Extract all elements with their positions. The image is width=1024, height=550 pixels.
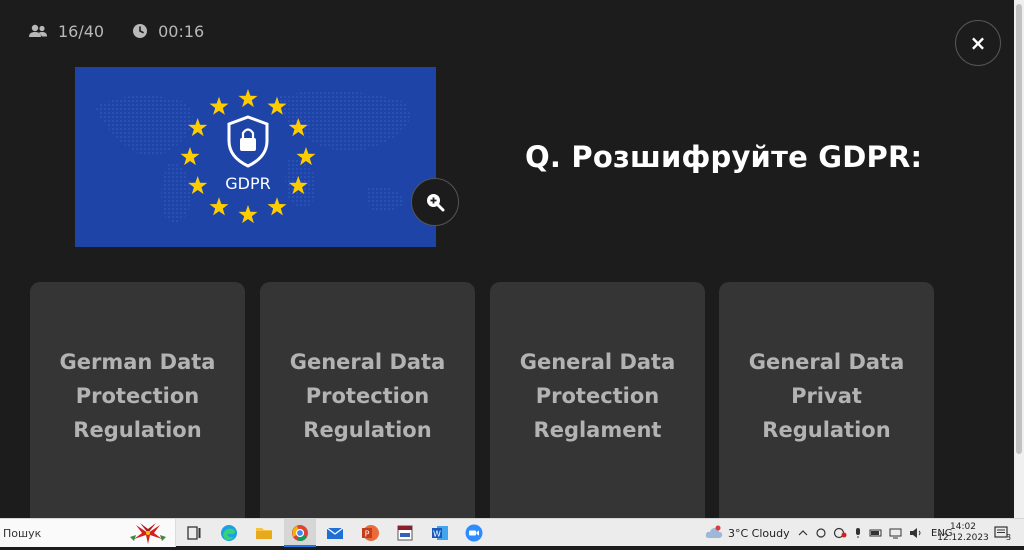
- battery-icon: [869, 529, 882, 537]
- quiz-status-bar: 16/40 00:16: [28, 20, 232, 42]
- file-explorer-icon[interactable]: [254, 523, 274, 543]
- close-button[interactable]: ×: [955, 20, 1001, 66]
- sync-icon: [816, 528, 826, 538]
- weather-text: 3°C Cloudy: [728, 526, 790, 540]
- users-icon: [29, 24, 47, 37]
- clock-date: 12.12.2023: [937, 533, 989, 543]
- answer-option-label: German Data Protection Regulation: [59, 350, 216, 442]
- taskbar-clock[interactable]: 14:02 12.12.2023: [937, 519, 989, 547]
- question-text: Q. Розшифруйте GDPR:: [525, 140, 923, 174]
- weather-widget[interactable]: 3°C Cloudy: [704, 519, 790, 547]
- participants-counter: 16/40: [28, 22, 104, 41]
- chrome-browser-icon[interactable]: [284, 519, 316, 547]
- security-icon: [833, 527, 847, 539]
- chevron-up-icon: [798, 530, 808, 536]
- answer-option-4[interactable]: General Data Privat Regulation: [719, 282, 934, 518]
- calendar-app-icon[interactable]: [395, 523, 415, 543]
- powerpoint-icon[interactable]: P: [360, 523, 380, 543]
- zoom-image-button[interactable]: [411, 178, 459, 226]
- answer-option-1[interactable]: German Data Protection Regulation: [30, 282, 245, 518]
- volume-icon: [910, 528, 921, 538]
- cloud-icon: [705, 525, 723, 538]
- answer-option-label: General Data Protection Regulation: [289, 350, 446, 442]
- notification-count: 3: [1006, 532, 1012, 542]
- system-tray-icons[interactable]: ENG: [797, 519, 953, 547]
- mail-icon[interactable]: [325, 523, 345, 543]
- windows-taskbar: Пошук P W 3°C Cloudy ENG 14:02 12.12.202…: [0, 518, 1024, 547]
- answer-option-2[interactable]: General Data Protection Regulation: [260, 282, 475, 518]
- question-image: GDPR: [75, 67, 436, 247]
- clock-icon: [133, 24, 148, 38]
- clock-time: 14:02: [950, 522, 976, 532]
- notification-center-button[interactable]: 3: [994, 519, 1011, 547]
- timer: 00:16: [132, 22, 204, 41]
- taskbar-search-box[interactable]: Пошук: [0, 519, 176, 547]
- scrollbar-thumb[interactable]: [1016, 4, 1022, 454]
- timer-value: 00:16: [158, 21, 205, 41]
- svg-text:W: W: [433, 530, 441, 539]
- zoom-app-icon[interactable]: [464, 523, 484, 543]
- gdpr-caption: GDPR: [225, 174, 270, 193]
- close-icon: ×: [969, 31, 987, 55]
- edge-browser-icon[interactable]: [219, 523, 239, 543]
- task-view-icon[interactable]: [184, 523, 204, 543]
- microphone-icon: [856, 528, 860, 538]
- participants-count: 16/40: [58, 21, 105, 41]
- answer-option-label: General Data Protection Reglament: [519, 350, 676, 442]
- poinsettia-icon: [130, 523, 166, 544]
- answer-option-3[interactable]: General Data Protection Reglament: [490, 282, 705, 518]
- quiz-stage: 16/40 00:16 × GDPR Q. Розшифруйте GDPR: …: [0, 0, 1014, 518]
- svg-text:P: P: [365, 530, 370, 539]
- page-scrollbar[interactable]: [1014, 0, 1024, 518]
- word-icon[interactable]: W: [430, 523, 450, 543]
- taskbar-search-text: Пошук: [3, 526, 42, 540]
- network-icon: [889, 528, 902, 539]
- answer-option-label: General Data Privat Regulation: [748, 350, 905, 442]
- gdpr-illustration: GDPR: [75, 67, 436, 247]
- zoom-in-icon: [427, 194, 445, 212]
